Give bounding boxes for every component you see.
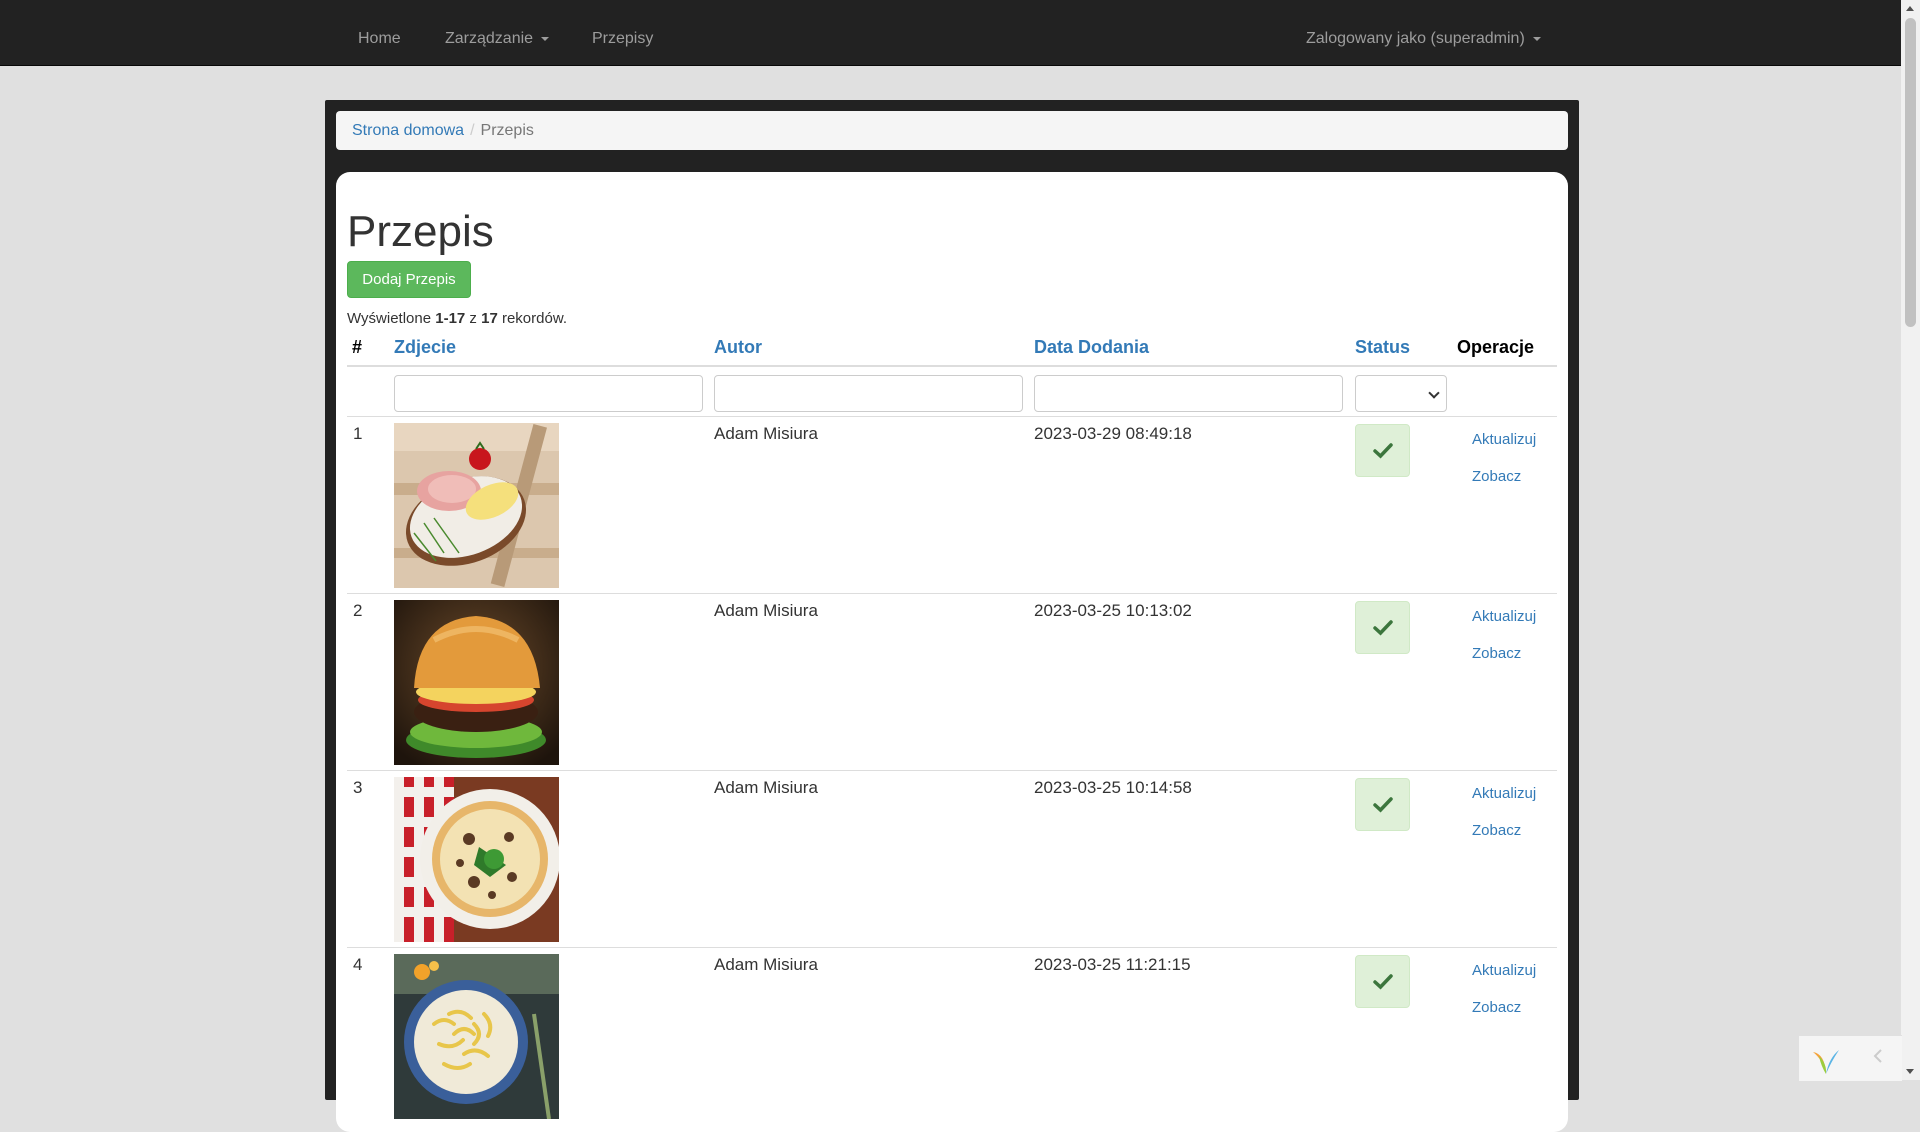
column-header-number: # bbox=[352, 337, 363, 357]
header-divider bbox=[347, 365, 1557, 367]
nav-home-link[interactable]: Home bbox=[358, 0, 401, 65]
check-icon bbox=[1373, 797, 1393, 813]
scroll-thumb[interactable] bbox=[1905, 18, 1916, 327]
view-link[interactable]: Zobacz bbox=[1472, 645, 1521, 662]
table-row: 4 Adam Misiura 2023-03-25 11:21:15 Aktua… bbox=[336, 948, 1568, 1125]
summary-total: 17 bbox=[481, 310, 498, 327]
breadcrumb-current: Przepis bbox=[480, 122, 534, 139]
column-header-status[interactable]: Status bbox=[1355, 335, 1410, 359]
scroll-down-arrow-icon[interactable] bbox=[1906, 1069, 1914, 1074]
recipe-photo-pizza[interactable] bbox=[394, 777, 559, 942]
content-wrapper: Strona domowa / Przepis Przepis Dodaj Prze… bbox=[325, 100, 1579, 1132]
column-header-photo[interactable]: Zdjecie bbox=[394, 335, 456, 359]
check-icon bbox=[1373, 974, 1393, 990]
date-filter-input[interactable] bbox=[1034, 375, 1343, 412]
row-number: 4 bbox=[353, 955, 363, 974]
chevron-down-icon bbox=[1428, 387, 1440, 399]
recipe-photo-pasta[interactable] bbox=[394, 954, 559, 1119]
update-link[interactable]: Aktualizuj bbox=[1472, 962, 1536, 979]
breadcrumb-separator: / bbox=[470, 122, 475, 139]
view-link[interactable]: Zobacz bbox=[1472, 999, 1521, 1016]
status-toggle-button[interactable] bbox=[1355, 955, 1410, 1008]
status-filter-select[interactable] bbox=[1355, 375, 1447, 412]
row-number: 2 bbox=[353, 601, 363, 620]
column-header-date[interactable]: Data Dodania bbox=[1034, 335, 1149, 359]
recipe-photo-burger[interactable] bbox=[394, 600, 559, 765]
recipe-photo-sandwich[interactable] bbox=[394, 423, 559, 588]
status-toggle-button[interactable] bbox=[1355, 778, 1410, 831]
row-date: 2023-03-29 08:49:18 bbox=[1034, 424, 1192, 443]
column-header-author[interactable]: Autor bbox=[714, 335, 762, 359]
table-row: 2 Adam Misiura 2023-03-25 10:13:02 Aktua… bbox=[336, 594, 1568, 771]
row-author: Adam Misiura bbox=[714, 601, 818, 620]
update-link[interactable]: Aktualizuj bbox=[1472, 608, 1536, 625]
breadcrumb: Strona domowa / Przepis bbox=[336, 111, 1568, 150]
author-filter-input[interactable] bbox=[714, 375, 1023, 412]
row-number: 3 bbox=[353, 778, 363, 797]
nav-recipes-link[interactable]: Przepisy bbox=[592, 0, 653, 65]
column-header-operations: Operacje bbox=[1457, 337, 1535, 357]
row-date: 2023-03-25 10:13:02 bbox=[1034, 601, 1192, 620]
table-row: 1 Adam Misiura 2023-03-29 08:49:18 Aktua… bbox=[336, 417, 1568, 594]
view-link[interactable]: Zobacz bbox=[1472, 822, 1521, 839]
yii-logo-icon bbox=[1813, 1050, 1839, 1074]
row-author: Adam Misiura bbox=[714, 955, 818, 974]
caret-down-icon bbox=[541, 36, 550, 41]
check-icon bbox=[1373, 443, 1393, 459]
row-author: Adam Misiura bbox=[714, 778, 818, 797]
summary-range: 1-17 bbox=[435, 310, 466, 327]
check-icon bbox=[1373, 620, 1393, 636]
update-link[interactable]: Aktualizuj bbox=[1472, 785, 1536, 802]
row-date: 2023-03-25 11:21:15 bbox=[1034, 955, 1191, 974]
breadcrumb-home-link[interactable]: Strona domowa bbox=[352, 122, 464, 139]
user-menu-dropdown[interactable]: Zalogowany jako (superadmin) bbox=[1306, 0, 1541, 65]
nav-management-label: Zarządzanie bbox=[445, 30, 534, 47]
view-link[interactable]: Zobacz bbox=[1472, 468, 1521, 485]
chevron-left-icon[interactable] bbox=[1872, 1048, 1884, 1064]
user-menu-label: Zalogowany jako (superadmin) bbox=[1306, 30, 1525, 47]
update-link[interactable]: Aktualizuj bbox=[1472, 431, 1536, 448]
summary-suffix: rekordów. bbox=[497, 310, 567, 327]
row-author: Adam Misiura bbox=[714, 424, 818, 443]
row-number: 1 bbox=[353, 424, 363, 443]
summary-middle: z bbox=[465, 310, 482, 327]
nav-management-dropdown[interactable]: Zarządzanie bbox=[445, 0, 550, 65]
status-toggle-button[interactable] bbox=[1355, 424, 1410, 477]
photo-filter-input[interactable] bbox=[394, 375, 703, 412]
status-toggle-button[interactable] bbox=[1355, 601, 1410, 654]
page-title: Przepis bbox=[347, 207, 494, 256]
records-summary: Wyświetlone 1-17 z 17 rekordów. bbox=[347, 310, 567, 327]
row-date: 2023-03-25 10:14:58 bbox=[1034, 778, 1192, 797]
summary-prefix: Wyświetlone bbox=[347, 310, 436, 327]
debug-toolbar[interactable] bbox=[1798, 1035, 1902, 1081]
scroll-up-arrow-icon[interactable] bbox=[1906, 6, 1914, 11]
add-recipe-button[interactable]: Dodaj Przepis bbox=[347, 261, 471, 298]
top-navbar: Home Zarządzanie Przepisy Zalogowany jak… bbox=[0, 0, 1901, 66]
page-scrollbar[interactable] bbox=[1901, 0, 1920, 1080]
content-panel: Przepis Dodaj Przepis Wyświetlone 1-17 z… bbox=[336, 172, 1568, 1132]
table-row: 3 Adam Misiura 2023-03-25 10:14:58 Aktua… bbox=[336, 771, 1568, 948]
caret-down-icon bbox=[1532, 36, 1541, 41]
